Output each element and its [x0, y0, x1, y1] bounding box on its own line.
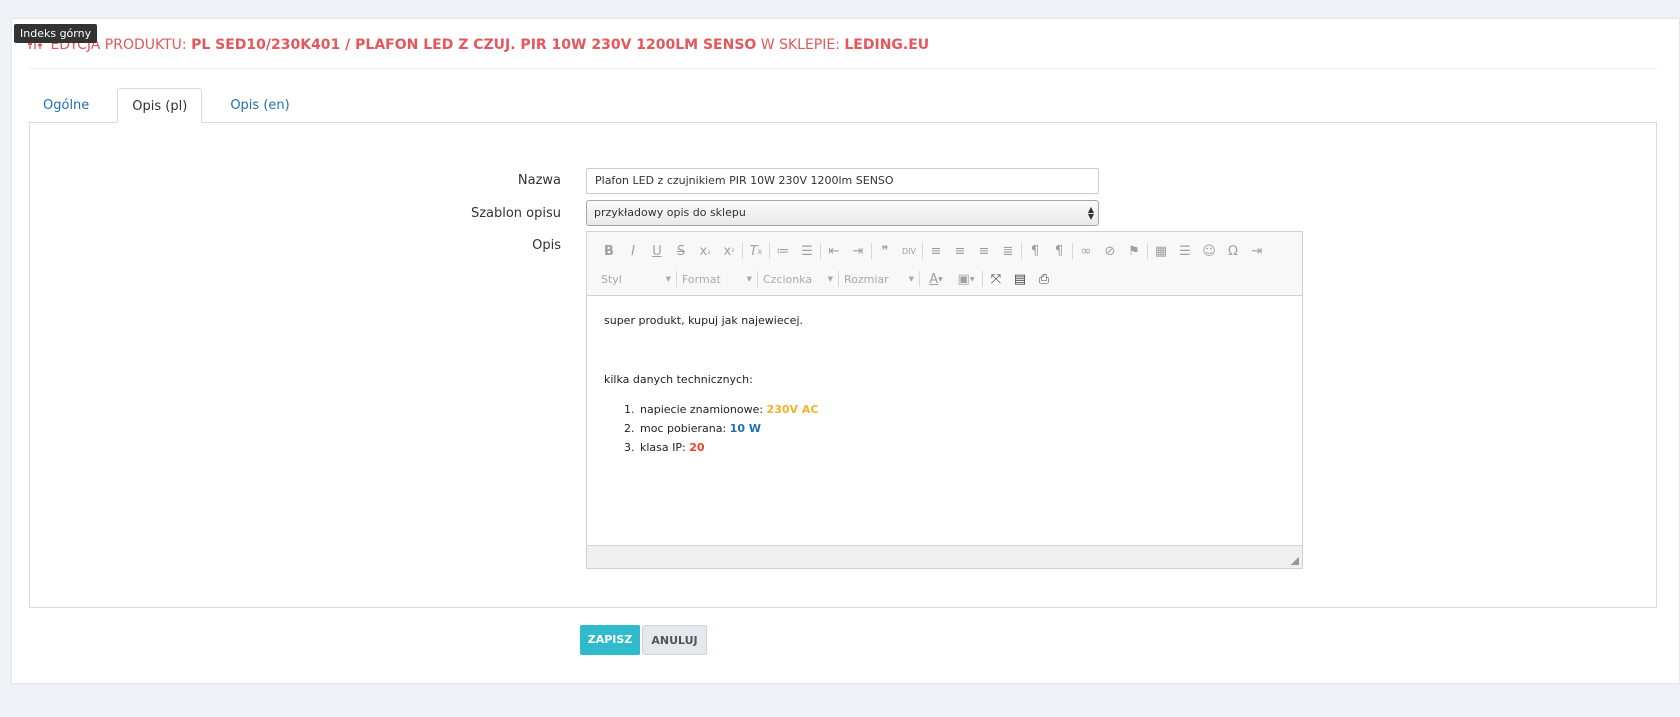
underline-icon[interactable]: U — [645, 240, 669, 262]
text-color-icon[interactable]: A ▼ — [921, 268, 951, 290]
table-icon[interactable]: ▦ — [1149, 240, 1173, 262]
editor-toolbar: B I U S x₂ x² Tx ≔ ☰ ⇤ ⇥ ❞ DIV ≡ ≡ ≡ ≣ ¶… — [587, 232, 1302, 296]
list-item: napiecie znamionowe: 230V AC — [638, 403, 1285, 416]
bold-icon[interactable]: B — [597, 240, 621, 262]
font-combo-label: Czcionka — [763, 272, 813, 286]
template-label: Szablon opisu — [470, 206, 561, 221]
format-combo[interactable]: Format ▼ — [678, 268, 756, 290]
align-left-icon[interactable]: ≡ — [924, 240, 948, 262]
editor-content[interactable]: super produkt, kupuj jak najewiecej. kil… — [587, 296, 1302, 544]
content-line-1: super produkt, kupuj jak najewiecej. — [604, 314, 803, 327]
editor-statusbar — [587, 545, 1302, 568]
divider — [28, 68, 1657, 69]
shop-prefix: W SKLEPIE: — [760, 37, 840, 53]
tab-general[interactable]: Ogólne — [29, 88, 103, 123]
item-value: 20 — [689, 441, 705, 454]
page-break-icon[interactable]: ⇥ — [1245, 240, 1269, 262]
content-line-2: kilka danych technicznych: — [604, 373, 753, 386]
ltr-icon[interactable]: ¶ — [1023, 240, 1047, 262]
bulleted-list-icon[interactable]: ☰ — [795, 240, 819, 262]
smiley-icon[interactable]: ☺ — [1197, 240, 1221, 262]
rtl-icon[interactable]: ¶ — [1047, 240, 1071, 262]
font-combo[interactable]: Czcionka ▼ — [759, 268, 837, 290]
chevron-down-icon: ▼ — [746, 275, 752, 283]
toolbar-row-2: Styl ▼ Format ▼ Czcionka ▼ Rozmiar ▼ A ▼ … — [597, 268, 1056, 290]
special-char-icon[interactable]: Ω — [1221, 240, 1245, 262]
template-select[interactable]: przykładowy opis do sklepu ▲ ▼ — [586, 200, 1099, 226]
item-value: 230V AC — [766, 403, 819, 416]
maximize-icon[interactable]: ⤧ — [984, 268, 1008, 290]
remove-format-icon[interactable]: Tx — [744, 240, 768, 262]
toolbar-row-1: B I U S x₂ x² Tx ≔ ☰ ⇤ ⇥ ❞ DIV ≡ ≡ ≡ ≣ ¶… — [597, 240, 1269, 262]
list-item: moc pobierana: 10 W — [638, 422, 1285, 435]
item-value: 10 W — [729, 422, 761, 435]
shop-name: LEDING.EU — [844, 37, 930, 53]
unlink-icon[interactable]: ⊘ — [1098, 240, 1122, 262]
name-label: Nazwa — [517, 173, 561, 188]
format-combo-label: Format — [682, 272, 721, 286]
cancel-button[interactable]: ANULUJ — [642, 625, 707, 655]
tooltip: Indeks górny — [14, 24, 98, 43]
resize-handle-icon[interactable] — [1291, 557, 1299, 565]
div-icon[interactable]: DIV — [897, 240, 921, 262]
style-combo[interactable]: Styl ▼ — [597, 268, 675, 290]
numbered-list-icon[interactable]: ≔ — [771, 240, 795, 262]
select-arrows-icon: ▲ ▼ — [1087, 205, 1094, 221]
save-button[interactable]: ZAPISZ — [580, 625, 640, 655]
tab-description-en[interactable]: Opis (en) — [216, 88, 303, 123]
justify-icon[interactable]: ≣ — [996, 240, 1020, 262]
italic-icon[interactable]: I — [621, 240, 645, 262]
product-name: PL SED10/230K401 / PLAFON LED Z CZUJ. PI… — [191, 37, 757, 53]
chevron-down-icon: ▼ — [827, 275, 833, 283]
tab-bar: Ogólne Opis (pl) Opis (en) — [29, 88, 304, 123]
outdent-icon[interactable]: ⇤ — [822, 240, 846, 262]
anchor-icon[interactable]: ⚑ — [1122, 240, 1146, 262]
preview-icon[interactable]: ⎙ — [1032, 268, 1056, 290]
indent-icon[interactable]: ⇥ — [846, 240, 870, 262]
horizontal-rule-icon[interactable]: ☰ — [1173, 240, 1197, 262]
align-center-icon[interactable]: ≡ — [948, 240, 972, 262]
rich-text-editor[interactable]: B I U S x₂ x² Tx ≔ ☰ ⇤ ⇥ ❞ DIV ≡ ≡ ≡ ≣ ¶… — [586, 231, 1303, 569]
blockquote-icon[interactable]: ❞ — [873, 240, 897, 262]
link-icon[interactable]: ∞ — [1074, 240, 1098, 262]
show-blocks-icon[interactable]: ▤ — [1008, 268, 1032, 290]
background-color-icon[interactable]: ▣ ▼ — [951, 268, 981, 290]
size-combo-label: Rozmiar — [844, 272, 889, 286]
style-combo-label: Styl — [601, 272, 622, 286]
name-field[interactable]: Plafon LED z czujnikiem PIR 10W 230V 120… — [586, 168, 1099, 194]
chevron-down-icon: ▼ — [908, 275, 914, 283]
size-combo[interactable]: Rozmiar ▼ — [840, 268, 918, 290]
chevron-down-icon: ▼ — [665, 275, 671, 283]
page-title: EDYCJA PRODUKTU: PL SED10/230K401 / PLAF… — [28, 36, 929, 53]
tab-description-pl[interactable]: Opis (pl) — [117, 88, 203, 123]
align-right-icon[interactable]: ≡ — [972, 240, 996, 262]
tech-data-list: napiecie znamionowe: 230V AC moc pobiera… — [604, 403, 1285, 454]
list-item: klasa IP: 20 — [638, 441, 1285, 454]
strikethrough-icon[interactable]: S — [669, 240, 693, 262]
superscript-icon[interactable]: x² — [717, 240, 741, 262]
subscript-icon[interactable]: x₂ — [693, 240, 717, 262]
description-label: Opis — [532, 238, 561, 253]
template-select-value: przykładowy opis do sklepu — [594, 206, 746, 219]
